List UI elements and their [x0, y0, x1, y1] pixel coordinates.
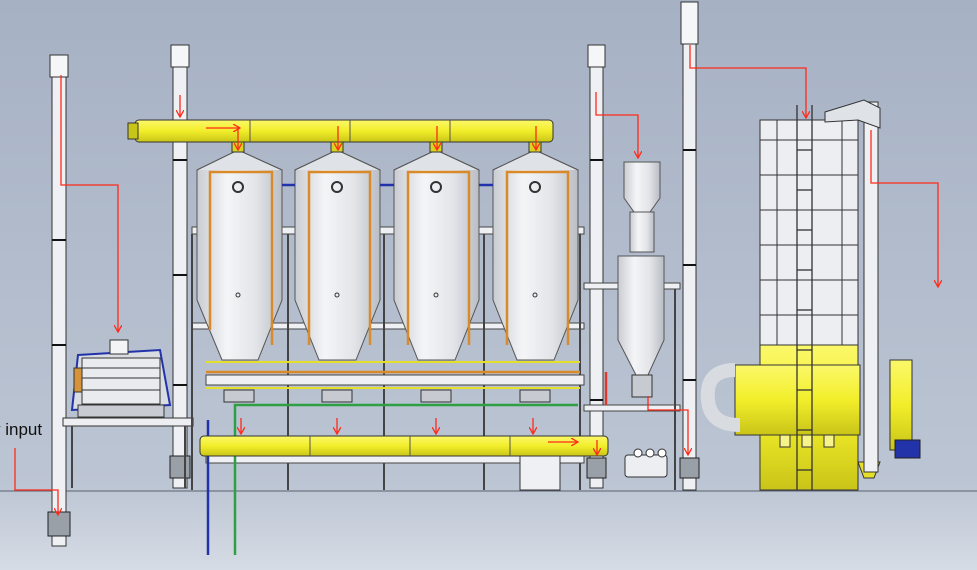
grain-processing-plant-diagram — [0, 0, 977, 570]
input-label: y input — [0, 420, 43, 439]
bucket-elevator-4 — [679, 1, 700, 491]
